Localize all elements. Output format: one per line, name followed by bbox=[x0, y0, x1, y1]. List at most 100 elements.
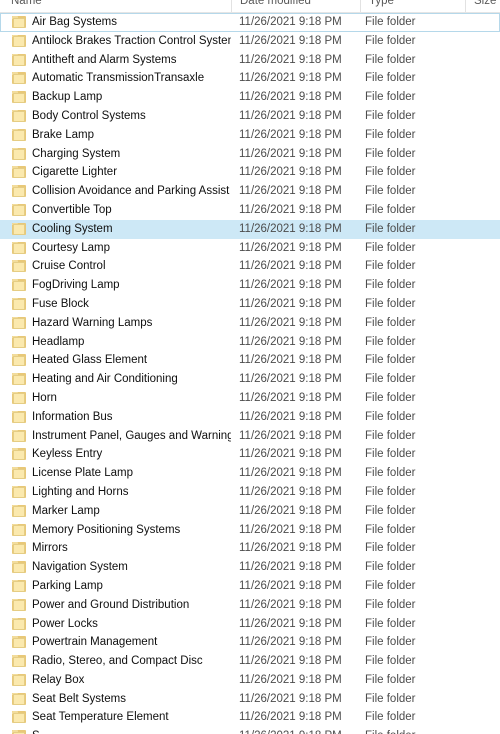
type-cell: File folder bbox=[365, 598, 416, 611]
table-row[interactable]: Hazard Warning Lamps 11/26/2021 9:18 PM Fi… bbox=[0, 314, 500, 333]
date-modified-cell: 11/26/2021 9:18 PM bbox=[239, 467, 342, 480]
date-modified-cell: 11/26/2021 9:18 PM bbox=[239, 655, 342, 668]
file-name-cell: Antilock Brakes Traction Control Systems bbox=[32, 34, 231, 47]
table-row[interactable]: Brake Lamp 11/26/2021 9:18 PM File folder bbox=[0, 126, 500, 145]
type-cell: File folder bbox=[365, 504, 416, 517]
size-cell bbox=[468, 708, 500, 727]
file-name-cell: Fuse Block bbox=[32, 297, 89, 310]
size-cell bbox=[468, 464, 500, 483]
table-row[interactable]: Marker Lamp 11/26/2021 9:18 PM File folder bbox=[0, 502, 500, 521]
table-row[interactable]: Cooling System 11/26/2021 9:18 PM File fol… bbox=[0, 219, 500, 239]
file-name-cell: Cruise Control bbox=[32, 260, 106, 273]
column-header-date-modified[interactable]: Date modified bbox=[231, 0, 360, 12]
file-name-cell: Cooling System bbox=[32, 222, 113, 235]
column-header-type[interactable]: Type bbox=[360, 0, 465, 12]
type-cell: File folder bbox=[365, 279, 416, 292]
file-name-cell: Collision Avoidance and Parking Assist S… bbox=[32, 185, 231, 198]
file-name-cell: Automatic TransmissionTransaxle bbox=[32, 72, 205, 85]
type-cell: File folder bbox=[365, 410, 416, 423]
type-cell: File folder bbox=[365, 34, 416, 47]
column-header-size[interactable]: Size bbox=[465, 0, 500, 12]
date-modified-cell: 11/26/2021 9:18 PM bbox=[239, 410, 342, 423]
table-row[interactable]: Antitheft and Alarm Systems 11/26/2021 9:… bbox=[0, 51, 500, 70]
file-name-cell: Power and Ground Distribution bbox=[32, 598, 190, 611]
type-cell: File folder bbox=[365, 692, 416, 705]
table-row[interactable]: Information Bus 11/26/2021 9:18 PM File fo… bbox=[0, 408, 500, 427]
date-modified-cell: 11/26/2021 9:18 PM bbox=[239, 109, 342, 122]
size-cell bbox=[468, 408, 500, 427]
size-cell bbox=[468, 389, 500, 408]
date-modified-cell: 11/26/2021 9:18 PM bbox=[239, 636, 342, 649]
table-row[interactable]: Keyless Entry 11/26/2021 9:18 PM File fold… bbox=[0, 445, 500, 464]
date-modified-cell: 11/26/2021 9:18 PM bbox=[239, 203, 342, 216]
table-row[interactable]: Powertrain Management 11/26/2021 9:18 PM F… bbox=[0, 633, 500, 652]
table-row[interactable]: Mirrors 11/26/2021 9:18 PM File folder bbox=[0, 539, 500, 558]
file-name-cell: Parking Lamp bbox=[32, 579, 103, 592]
table-row[interactable]: Antilock Brakes Traction Control Systems… bbox=[0, 32, 500, 51]
file-name-cell: Horn bbox=[32, 391, 57, 404]
table-row[interactable]: Headlamp 11/26/2021 9:18 PM File folder bbox=[0, 333, 500, 352]
table-row[interactable]: Convertible Top 11/26/2021 9:18 PM File fo… bbox=[0, 201, 500, 220]
type-cell: File folder bbox=[365, 579, 416, 592]
table-row[interactable]: Memory Positioning Systems 11/26/2021 9:1… bbox=[0, 521, 500, 540]
table-row[interactable]: Navigation System 11/26/2021 9:18 PM File … bbox=[0, 558, 500, 577]
column-header-name[interactable]: Name bbox=[0, 0, 231, 12]
table-row[interactable]: Power and Ground Distribution 11/26/2021 … bbox=[0, 596, 500, 615]
table-row[interactable]: Seat Temperature Element 11/26/2021 9:18 … bbox=[0, 708, 500, 727]
file-name-cell: Brake Lamp bbox=[32, 128, 95, 141]
table-row[interactable]: Lighting and Horns 11/26/2021 9:18 PM File… bbox=[0, 483, 500, 502]
size-cell bbox=[468, 163, 500, 182]
date-modified-cell: 11/26/2021 9:18 PM bbox=[239, 542, 342, 555]
size-cell bbox=[468, 351, 500, 370]
file-name-cell: License Plate Lamp bbox=[32, 467, 134, 480]
table-row[interactable]: Parking Lamp 11/26/2021 9:18 PM File folde… bbox=[0, 577, 500, 596]
table-row[interactable]: Heating and Air Conditioning 11/26/2021 9… bbox=[0, 370, 500, 389]
type-cell: File folder bbox=[365, 203, 416, 216]
table-row[interactable]: Cigarette Lighter 11/26/2021 9:18 PM File … bbox=[0, 163, 500, 182]
size-cell bbox=[468, 690, 500, 709]
type-cell: File folder bbox=[365, 316, 416, 329]
date-modified-cell: 11/26/2021 9:18 PM bbox=[239, 34, 342, 47]
file-list-rows[interactable]: Air Bag Systems 11/26/2021 9:18 PM File fo… bbox=[0, 13, 500, 734]
size-cell bbox=[468, 633, 500, 652]
size-cell bbox=[468, 652, 500, 671]
type-cell: File folder bbox=[365, 260, 416, 273]
file-name-cell: Information Bus bbox=[32, 410, 113, 423]
table-row[interactable]: Charging System 11/26/2021 9:18 PM File fo… bbox=[0, 145, 500, 164]
table-row[interactable]: Courtesy Lamp 11/26/2021 9:18 PM File fold… bbox=[0, 239, 500, 258]
size-cell bbox=[468, 314, 500, 333]
size-cell bbox=[468, 596, 500, 615]
size-cell bbox=[468, 521, 500, 540]
table-row[interactable]: Air Bag Systems 11/26/2021 9:18 PM File fo… bbox=[0, 13, 500, 32]
table-row[interactable]: Backup Lamp 11/26/2021 9:18 PM File folder bbox=[0, 88, 500, 107]
table-row[interactable]: FogDriving Lamp 11/26/2021 9:18 PM File fo… bbox=[0, 276, 500, 295]
table-row[interactable]: Horn 11/26/2021 9:18 PM File folder bbox=[0, 389, 500, 408]
file-name-cell: Courtesy Lamp bbox=[32, 241, 110, 254]
type-cell: File folder bbox=[365, 711, 416, 724]
table-row[interactable]: Power Locks 11/26/2021 9:18 PM File folder bbox=[0, 615, 500, 634]
size-cell bbox=[468, 558, 500, 577]
type-cell: File folder bbox=[365, 354, 416, 367]
table-row[interactable]: Seat Belt Systems 11/26/2021 9:18 PM File … bbox=[0, 690, 500, 709]
type-cell: File folder bbox=[365, 467, 416, 480]
file-name-cell: Power Locks bbox=[32, 617, 98, 630]
type-cell: File folder bbox=[365, 147, 416, 160]
file-name-cell: Air Bag Systems bbox=[32, 16, 117, 28]
table-row[interactable]: Radio, Stereo, and Compact Disc 11/26/202… bbox=[0, 652, 500, 671]
table-row[interactable]: Fuse Block 11/26/2021 9:18 PM File folder bbox=[0, 295, 500, 314]
table-row[interactable]: S 11/26/2021 9:18 PM File folder bbox=[0, 727, 500, 734]
size-cell bbox=[468, 370, 500, 389]
table-row[interactable]: Collision Avoidance and Parking Assist S… bbox=[0, 182, 500, 201]
table-row[interactable]: Heated Glass Element 11/26/2021 9:18 PM Fi… bbox=[0, 351, 500, 370]
table-row[interactable]: Automatic TransmissionTransaxle 11/26/202… bbox=[0, 69, 500, 88]
table-row[interactable]: Instrument Panel, Gauges and Warning I… 1… bbox=[0, 427, 500, 446]
table-row[interactable]: Cruise Control 11/26/2021 9:18 PM File fol… bbox=[0, 257, 500, 276]
file-name-cell: Hazard Warning Lamps bbox=[32, 316, 153, 329]
table-row[interactable]: License Plate Lamp 11/26/2021 9:18 PM File… bbox=[0, 464, 500, 483]
table-row[interactable]: Relay Box 11/26/2021 9:18 PM File folder bbox=[0, 671, 500, 690]
date-modified-cell: 11/26/2021 9:18 PM bbox=[239, 53, 342, 66]
table-row[interactable]: Body Control Systems 11/26/2021 9:18 PM Fi… bbox=[0, 107, 500, 126]
date-modified-cell: 11/26/2021 9:18 PM bbox=[239, 185, 342, 198]
type-cell: File folder bbox=[365, 673, 416, 686]
date-modified-cell: 11/26/2021 9:18 PM bbox=[239, 16, 342, 28]
